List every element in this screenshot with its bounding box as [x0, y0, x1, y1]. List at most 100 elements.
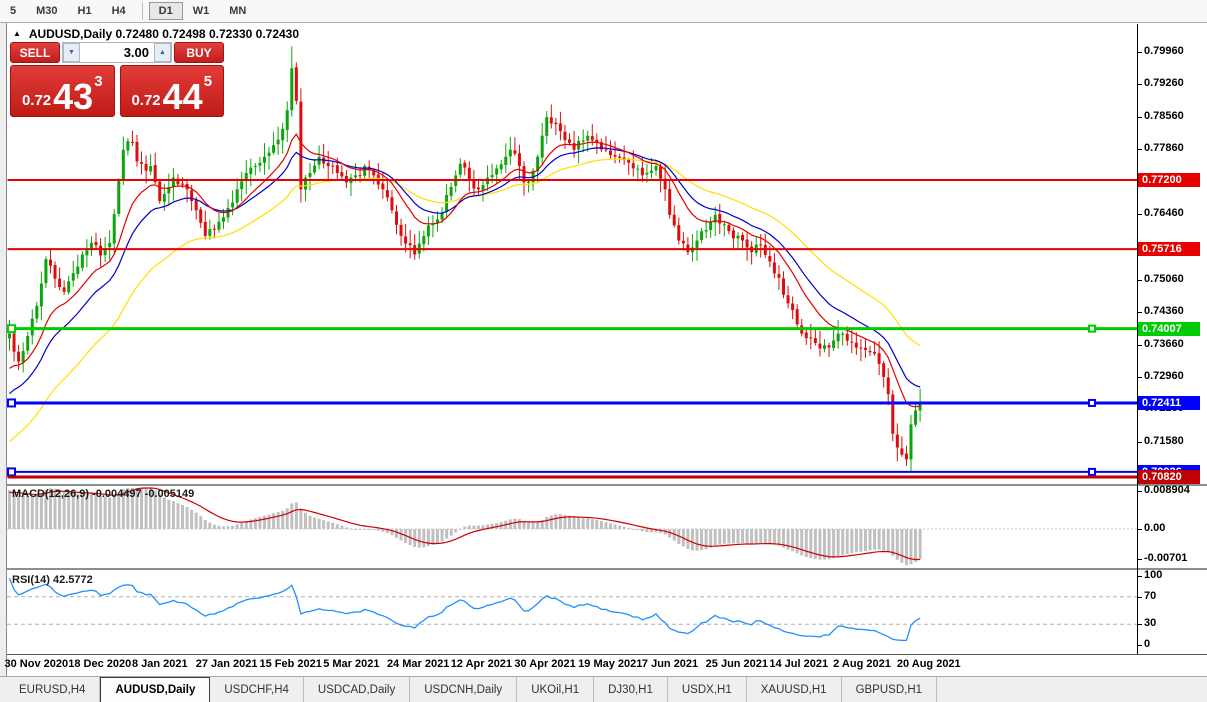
rsi-axis-tick: 0 — [1136, 638, 1151, 650]
price-level-badge[interactable]: 0.72411 — [1138, 395, 1200, 410]
line-handle-left[interactable] — [7, 467, 16, 477]
volume-spinner: ▼ ▲ — [62, 42, 172, 63]
tab-eurusd-h4[interactable]: EURUSD,H4 — [5, 677, 101, 702]
price-level-badge[interactable]: 0.77200 — [1138, 173, 1200, 187]
tab-audusd-daily[interactable]: AUDUSD,Daily — [100, 677, 211, 702]
candle-body — [727, 224, 731, 232]
symbol-tabbar: EURUSD,H4 AUDUSD,Daily USDCHF,H4 USDCAD,Dai… — [0, 676, 1207, 702]
candle-body — [704, 230, 708, 232]
candle-body — [26, 335, 30, 351]
candle-body — [681, 240, 685, 244]
volume-input[interactable] — [80, 43, 154, 62]
timeframe-button-h1[interactable]: H1 — [68, 2, 102, 20]
candle-body — [659, 166, 663, 179]
line-handle-left[interactable] — [7, 398, 16, 408]
candle-body — [276, 139, 280, 145]
price-level-badge[interactable]: 0.74007 — [1138, 321, 1200, 336]
candle-body — [813, 338, 817, 343]
candle-body — [203, 221, 207, 236]
candle-body — [563, 131, 567, 141]
candle-body — [586, 135, 590, 141]
buy-price-box[interactable]: 0.72 44 5 — [119, 65, 224, 117]
volume-decrease-button[interactable]: ▼ — [63, 43, 80, 62]
tab-xauusd-h1[interactable]: XAUUSD,H1 — [747, 677, 842, 702]
timeframe-button-mn[interactable]: MN — [219, 2, 256, 20]
line-handle-left[interactable] — [7, 324, 16, 334]
timeframe-button-h4[interactable]: H4 — [102, 2, 136, 20]
candle-body — [463, 162, 467, 168]
candle-body — [76, 266, 80, 274]
rsi-line — [8, 578, 921, 642]
candle-body — [30, 318, 34, 336]
buy-price-prefix: 0.72 — [131, 92, 161, 109]
timeframe-button-d1[interactable]: D1 — [148, 2, 183, 20]
candle-body — [85, 250, 89, 256]
candle-body — [294, 67, 298, 101]
candle-body — [258, 162, 262, 166]
candle-body — [108, 242, 112, 248]
candle-body — [581, 140, 585, 142]
tab-usdchf-h4[interactable]: USDCHF,H4 — [210, 677, 304, 702]
candle-body — [140, 162, 144, 164]
tab-usdx-h1[interactable]: USDX,H1 — [668, 677, 747, 702]
candle-body — [882, 363, 886, 377]
tab-dj30-h1[interactable]: DJ30,H1 — [594, 677, 668, 702]
tab-usdcnh-daily[interactable]: USDCNH,Daily — [410, 677, 518, 702]
candle-body — [212, 228, 216, 230]
chart-ohlc-label: 0.72480 0.72498 0.72330 0.72430 — [115, 27, 300, 41]
line-handle-right[interactable] — [1088, 398, 1096, 407]
buy-button[interactable]: BUY — [174, 42, 224, 63]
candle-body — [891, 394, 895, 434]
candle-body — [863, 347, 867, 350]
timeframe-button-5[interactable]: 5 — [0, 2, 26, 20]
candle-body — [868, 351, 872, 353]
price-level-badge[interactable]: 0.75716 — [1138, 242, 1200, 257]
price-axis-tick: 0.74360 — [1137, 305, 1184, 318]
candle-body — [490, 174, 494, 178]
candle-body — [768, 256, 772, 262]
tab-usdcad-daily[interactable]: USDCAD,Daily — [304, 677, 411, 702]
candle-body — [481, 185, 485, 191]
date-axis-label: 30 Apr 2021 — [514, 658, 576, 670]
candle-body — [399, 224, 403, 236]
date-axis-label: 19 May 2021 — [578, 658, 643, 670]
candle-body — [677, 225, 681, 241]
candle-body — [836, 333, 840, 342]
sell-button[interactable]: SELL — [10, 42, 60, 63]
candle-body — [235, 189, 239, 203]
line-handle-right[interactable] — [1088, 467, 1096, 476]
candle-body — [722, 224, 726, 226]
tab-gbpusd-h1[interactable]: GBPUSD,H1 — [842, 677, 938, 702]
date-axis-label: 25 Jun 2021 — [705, 658, 769, 670]
price-axis-tick: 0.79960 — [1137, 44, 1184, 57]
price-axis-tick: 0.72960 — [1137, 370, 1184, 383]
candle-body — [577, 140, 581, 150]
candle-body — [149, 166, 153, 172]
candle-body — [299, 101, 303, 190]
candle-body — [608, 150, 612, 156]
candle-body — [395, 211, 399, 225]
candle-body — [568, 139, 572, 143]
candle-body — [62, 287, 66, 292]
candle-body — [340, 172, 344, 177]
line-handle-right[interactable] — [1088, 324, 1096, 333]
candle-body — [618, 156, 622, 158]
sell-price-box[interactable]: 0.72 43 3 — [10, 65, 115, 117]
candle-body — [782, 278, 786, 295]
price-axis-tick: 0.76460 — [1137, 207, 1184, 220]
date-axis-label: 8 Jan 2021 — [131, 658, 188, 670]
volume-increase-button[interactable]: ▲ — [154, 43, 171, 62]
pane-separator — [0, 484, 1207, 486]
candle-body — [645, 172, 649, 175]
price-level-badge[interactable]: 0.70820 — [1138, 470, 1200, 485]
timeframe-button-w1[interactable]: W1 — [183, 2, 220, 20]
candle-body — [117, 180, 121, 214]
candle-body — [745, 239, 749, 248]
candle-body — [832, 340, 836, 348]
tab-ukoil-h1[interactable]: UKOil,H1 — [517, 677, 595, 702]
candle-body — [850, 341, 854, 343]
timeframe-button-m30[interactable]: M30 — [26, 2, 67, 20]
candle-body — [249, 167, 253, 174]
collapse-arrow-icon[interactable]: ▲ — [13, 29, 21, 38]
candle-body — [640, 167, 644, 176]
